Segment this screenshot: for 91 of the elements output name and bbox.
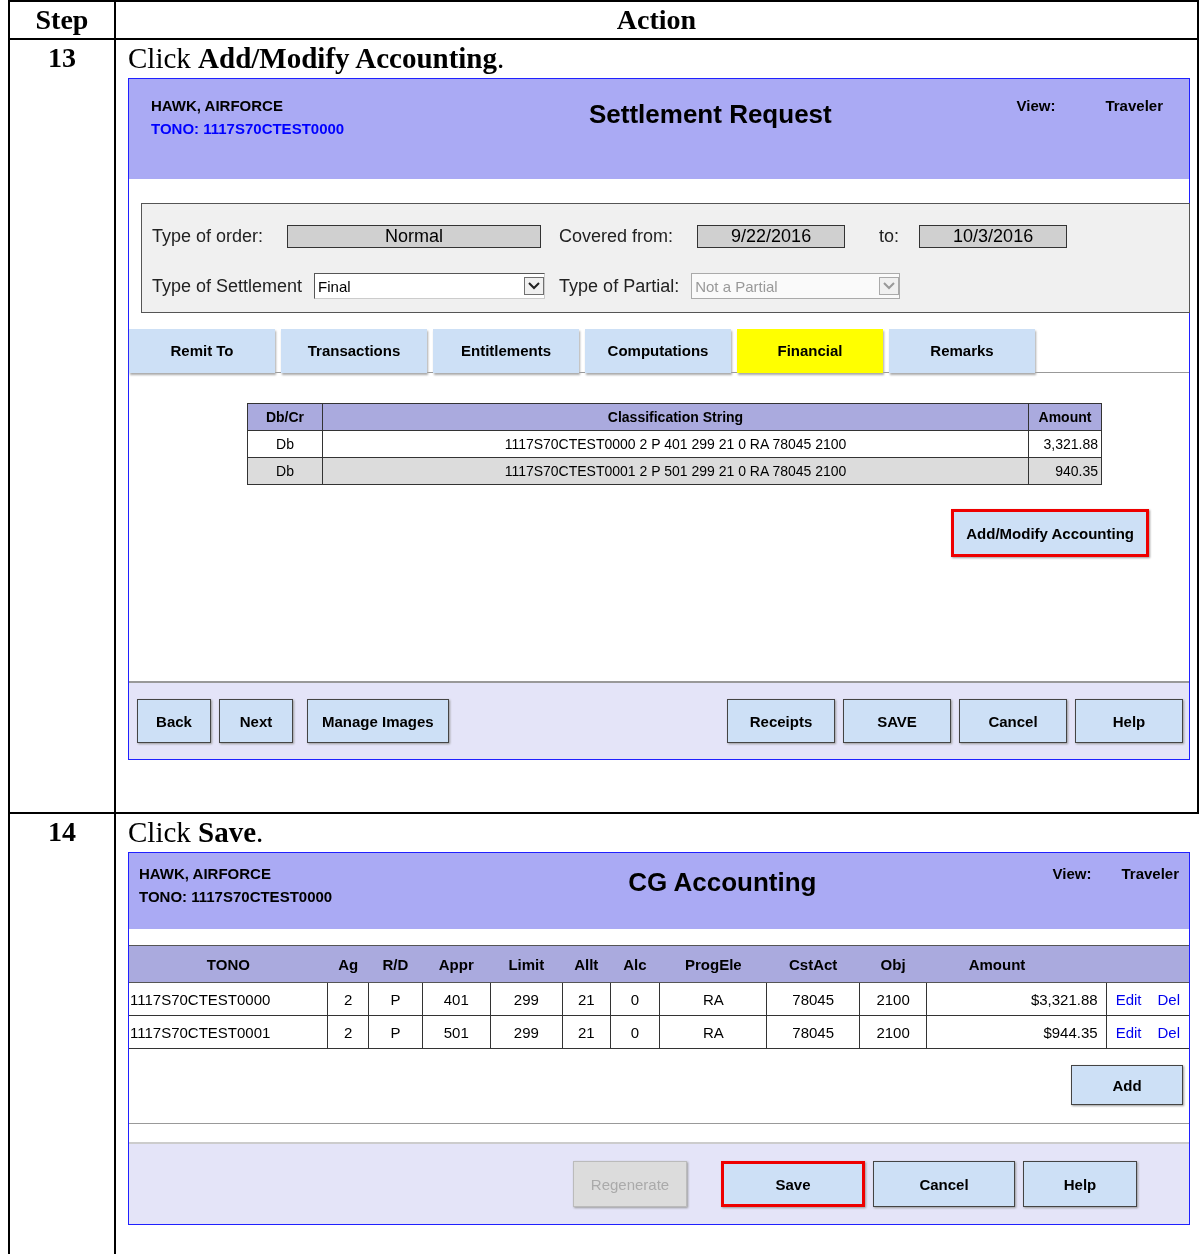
settlement-dropdown[interactable]: Final	[314, 273, 546, 299]
step-number: 13	[9, 39, 115, 813]
caret-icon	[879, 277, 900, 295]
column-header: Amount	[1028, 403, 1102, 431]
field-label: Type of order:	[152, 225, 264, 247]
column-header: ProgEle	[659, 945, 767, 983]
table-cell: 401	[422, 982, 491, 1016]
row-action-link[interactable]: Del	[1157, 1023, 1180, 1041]
table-cell: 1117S70CTEST0001 2 P 501 299 21 0 RA 78045 2100	[322, 457, 1029, 485]
table-cell: 1117S70CTEST0000 2 P 401 299 21 0 RA 78045 2100	[322, 430, 1029, 458]
table-cell: $944.35	[926, 1015, 1107, 1049]
column-header: TONO	[129, 945, 328, 983]
column-header: Amount	[926, 945, 1107, 983]
row-action-link[interactable]: Edit	[1115, 990, 1142, 1008]
table-cell: 78045	[766, 1015, 860, 1049]
footer-button[interactable]: Back	[137, 699, 211, 743]
table-cell: 299	[490, 1015, 563, 1049]
footer-button[interactable]: Manage Images	[307, 699, 449, 743]
column-header: Appr	[422, 945, 491, 983]
field-label: to:	[879, 225, 900, 247]
footer-button[interactable]: Receipts	[727, 699, 835, 743]
footer-button[interactable]: Cancel	[959, 699, 1067, 743]
instruction-text: Click Save.	[127, 815, 265, 850]
column-header: Obj	[859, 945, 927, 983]
table-cell: RA	[659, 982, 767, 1016]
footer-button[interactable]: Next	[219, 699, 293, 743]
footer-button[interactable]: SAVE	[843, 699, 951, 743]
tab[interactable]: Remit To	[129, 329, 275, 373]
table-cell: 78045	[766, 982, 860, 1016]
footer-button[interactable]: Help	[1023, 1161, 1137, 1207]
add-button[interactable]: Add	[1071, 1065, 1183, 1105]
tab[interactable]: Remarks	[889, 329, 1035, 373]
table-cell: 299	[490, 982, 563, 1016]
table-cell: 0	[610, 1015, 660, 1049]
table-cell: 1117S70CTEST0001	[129, 1015, 328, 1049]
column-header: Alc	[610, 945, 660, 983]
instruction-text: Click Add/Modify Accounting.	[127, 41, 506, 76]
page-title: CG Accounting	[628, 867, 817, 898]
table-cell: 2	[327, 982, 369, 1016]
table-cell: 0	[610, 982, 660, 1016]
table-cell: 3,321.88	[1028, 430, 1102, 458]
table-cell: RA	[659, 1015, 767, 1049]
column-header: R/D	[368, 945, 423, 983]
table-cell: Db	[247, 430, 323, 458]
table-cell: 21	[562, 1015, 611, 1049]
footer-button[interactable]: Save	[721, 1161, 865, 1207]
table-cell: 21	[562, 982, 611, 1016]
tono-number[interactable]: TONO: 1117S70CTEST0000	[151, 120, 345, 137]
table-cell: 501	[422, 1015, 491, 1049]
step-number: 14	[9, 813, 115, 1254]
traveler-name: HAWK, AIRFORCE	[139, 865, 272, 882]
column-header: Classification String	[322, 403, 1029, 431]
footer-button[interactable]: Help	[1075, 699, 1183, 743]
footer-button[interactable]: Cancel	[873, 1161, 1015, 1207]
table-cell: $3,321.88	[926, 982, 1107, 1016]
caret-icon	[524, 277, 545, 295]
table-cell: P	[368, 982, 423, 1016]
table-cell: 2	[327, 1015, 369, 1049]
row-action-link[interactable]: Del	[1157, 990, 1180, 1008]
add-modify-button[interactable]: Add/Modify Accounting	[951, 509, 1149, 557]
traveler-name: HAWK, AIRFORCE	[151, 97, 284, 114]
view-label: View:	[1052, 865, 1092, 882]
order-type-field: Normal	[287, 224, 542, 248]
field-label: Type of Settlement	[152, 275, 303, 297]
tab[interactable]: Computations	[585, 329, 731, 373]
column-header: CstAct	[766, 945, 860, 983]
table-cell: Db	[247, 457, 323, 485]
tono-number: TONO: 1117S70CTEST0000	[139, 888, 333, 905]
field-label: Covered from:	[559, 225, 674, 247]
tab[interactable]: Transactions	[281, 329, 427, 373]
column-header: Step	[9, 1, 115, 39]
date-field: 9/22/2016	[697, 224, 846, 248]
date-field: 10/3/2016	[919, 224, 1068, 248]
view-value: Traveler	[1121, 865, 1179, 882]
view-value: Traveler	[1105, 97, 1163, 114]
column-header: Ag	[327, 945, 369, 983]
tab[interactable]: Entitlements	[433, 329, 579, 373]
view-label: View:	[1016, 97, 1056, 114]
row-action-link[interactable]: Edit	[1115, 1023, 1142, 1041]
table-cell: 1117S70CTEST0000	[129, 982, 328, 1016]
tab[interactable]: Financial	[737, 329, 883, 373]
field-label: Type of Partial:	[559, 275, 680, 297]
column-header: Db/Cr	[247, 403, 323, 431]
page-title: Settlement Request	[589, 99, 832, 130]
column-header: Limit	[490, 945, 563, 983]
table-cell: P	[368, 1015, 423, 1049]
column-header: Allt	[562, 945, 611, 983]
column-header: Action	[115, 1, 1198, 39]
table-cell: 2100	[859, 1015, 927, 1049]
table-cell: 940.35	[1028, 457, 1102, 485]
table-cell: 2100	[859, 982, 927, 1016]
